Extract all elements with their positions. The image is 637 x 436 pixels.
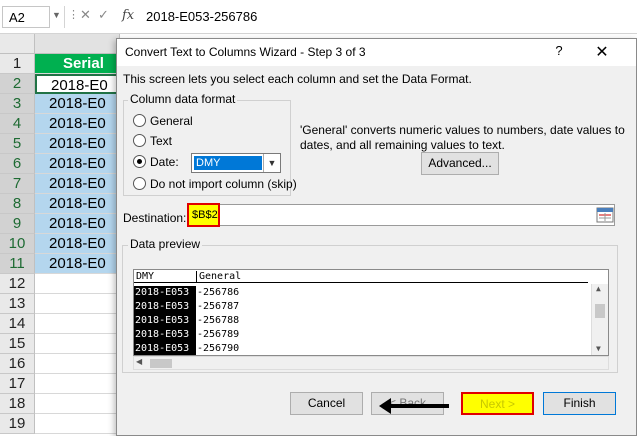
preview-horizontal-scrollbar[interactable]: ◀ bbox=[133, 356, 609, 370]
row-header[interactable]: 2 bbox=[0, 74, 35, 94]
scroll-down-icon[interactable]: ▼ bbox=[596, 344, 601, 353]
row-header[interactable]: 6 bbox=[0, 154, 35, 174]
text-label[interactable]: Text bbox=[150, 134, 172, 148]
data-cell[interactable]: 2018-E0 bbox=[35, 254, 120, 274]
preview-cell: -256786 bbox=[197, 287, 240, 298]
more-icon[interactable]: ⋮ bbox=[68, 8, 79, 21]
empty-cell[interactable] bbox=[35, 334, 120, 354]
empty-cell[interactable] bbox=[35, 314, 120, 334]
date-format-select[interactable]: DMY ▼ bbox=[191, 153, 281, 173]
preview-cell: -256790 bbox=[197, 343, 240, 354]
preview-cell: 2018-E053 bbox=[134, 286, 196, 300]
advanced-button[interactable]: Advanced... bbox=[421, 152, 499, 175]
row-header[interactable]: 14 bbox=[0, 314, 35, 334]
row-header[interactable]: 15 bbox=[0, 334, 35, 354]
empty-cell[interactable] bbox=[35, 274, 120, 294]
chevron-down-icon[interactable]: ▼ bbox=[52, 10, 61, 20]
data-cell[interactable]: 2018-E0 bbox=[35, 234, 120, 254]
general-label[interactable]: General bbox=[150, 114, 193, 128]
scroll-up-icon[interactable]: ▲ bbox=[596, 284, 601, 293]
chevron-down-icon[interactable]: ▼ bbox=[263, 154, 280, 172]
empty-cell[interactable] bbox=[35, 414, 120, 434]
data-preview-grid[interactable]: DMY General 2018-E053 -256786 2018-E053 … bbox=[133, 269, 609, 356]
preview-cell: -256788 bbox=[197, 315, 240, 326]
help-button[interactable]: ? bbox=[548, 43, 570, 63]
select-all-corner[interactable] bbox=[0, 34, 35, 54]
row-header[interactable]: 5 bbox=[0, 134, 35, 154]
text-radio[interactable] bbox=[133, 134, 146, 147]
formula-bar: A2 ▼ ⋮ ✕ ✓ fx 2018-E053-256786 bbox=[0, 0, 637, 34]
data-cell[interactable]: 2018-E0 bbox=[35, 174, 120, 194]
general-radio[interactable] bbox=[133, 114, 146, 127]
row-header[interactable]: 4 bbox=[0, 114, 35, 134]
active-cell[interactable]: 2018-E0 bbox=[35, 74, 120, 94]
enter-icon[interactable]: ✓ bbox=[98, 7, 109, 23]
cancel-button[interactable]: Cancel bbox=[290, 392, 363, 415]
text-to-columns-dialog: Convert Text to Columns Wizard - Step 3 … bbox=[116, 38, 637, 436]
insert-function-icon[interactable]: fx bbox=[122, 8, 134, 23]
row-header[interactable]: 9 bbox=[0, 214, 35, 234]
empty-cell[interactable] bbox=[35, 374, 120, 394]
data-cell[interactable]: 2018-E0 bbox=[35, 214, 120, 234]
arrow-left-icon bbox=[379, 398, 391, 414]
annotation-arrow-shaft bbox=[387, 404, 449, 408]
destination-value-highlight: $B$2 bbox=[187, 203, 220, 227]
cancel-icon[interactable]: ✕ bbox=[80, 7, 91, 23]
header-cell[interactable]: Serial bbox=[35, 54, 120, 74]
formula-input[interactable]: 2018-E053-256786 bbox=[146, 9, 257, 24]
data-cell[interactable]: 2018-E0 bbox=[35, 114, 120, 134]
row-header[interactable]: 7 bbox=[0, 174, 35, 194]
row-header[interactable]: 3 bbox=[0, 94, 35, 114]
preview-column-header[interactable]: General bbox=[196, 271, 588, 283]
preview-column-header[interactable]: DMY bbox=[134, 271, 196, 283]
skip-radio[interactable] bbox=[133, 177, 146, 190]
preview-cell: 2018-E053 bbox=[134, 328, 196, 342]
data-preview-label: Data preview bbox=[128, 237, 203, 251]
column-format-label: Column data format bbox=[128, 92, 238, 106]
preview-vertical-scrollbar[interactable]: ▲ ▼ bbox=[591, 284, 608, 355]
format-info-text: 'General' converts numeric values to num… bbox=[300, 123, 625, 152]
name-box[interactable]: A2 bbox=[2, 6, 50, 28]
row-header[interactable]: 13 bbox=[0, 294, 35, 314]
date-format-value: DMY bbox=[194, 156, 262, 170]
dialog-titlebar[interactable]: Convert Text to Columns Wizard - Step 3 … bbox=[117, 39, 636, 66]
skip-label[interactable]: Do not import column (skip) bbox=[150, 177, 297, 191]
destination-label: Destination: bbox=[123, 211, 187, 225]
scroll-thumb[interactable] bbox=[150, 359, 172, 368]
date-label[interactable]: Date: bbox=[150, 155, 179, 169]
row-header[interactable]: 17 bbox=[0, 374, 35, 394]
empty-cell[interactable] bbox=[35, 394, 120, 414]
row-header[interactable]: 11 bbox=[0, 254, 35, 274]
close-button[interactable]: ✕ bbox=[591, 42, 613, 62]
empty-cell[interactable] bbox=[35, 354, 120, 374]
dialog-title: Convert Text to Columns Wizard - Step 3 … bbox=[125, 45, 366, 59]
row-header[interactable]: 16 bbox=[0, 354, 35, 374]
preview-cell: 2018-E053 bbox=[134, 314, 196, 328]
column-header-a[interactable] bbox=[35, 34, 120, 54]
preview-cell: -256789 bbox=[197, 329, 240, 340]
preview-cell: 2018-E053 bbox=[134, 342, 196, 355]
date-radio[interactable] bbox=[133, 155, 146, 168]
scroll-thumb[interactable] bbox=[595, 304, 605, 318]
scroll-left-icon[interactable]: ◀ bbox=[136, 357, 142, 366]
destination-input[interactable]: $B$2 bbox=[187, 203, 615, 227]
row-header[interactable]: 18 bbox=[0, 394, 35, 414]
preview-cell: 2018-E053 bbox=[134, 300, 196, 314]
row-header[interactable]: 8 bbox=[0, 194, 35, 214]
row-header[interactable]: 19 bbox=[0, 414, 35, 434]
data-cell[interactable]: 2018-E0 bbox=[35, 154, 120, 174]
data-cell[interactable]: 2018-E0 bbox=[35, 94, 120, 114]
dialog-description: This screen lets you select each column … bbox=[123, 72, 472, 86]
data-cell[interactable]: 2018-E0 bbox=[35, 194, 120, 214]
next-button[interactable]: Next > bbox=[461, 392, 534, 415]
empty-cell[interactable] bbox=[35, 294, 120, 314]
finish-button[interactable]: Finish bbox=[543, 392, 616, 415]
row-header[interactable]: 1 bbox=[0, 54, 35, 74]
row-header[interactable]: 10 bbox=[0, 234, 35, 254]
preview-cell: -256787 bbox=[197, 301, 240, 312]
collapse-dialog-icon[interactable] bbox=[596, 207, 614, 223]
row-header[interactable]: 12 bbox=[0, 274, 35, 294]
data-cell[interactable]: 2018-E0 bbox=[35, 134, 120, 154]
